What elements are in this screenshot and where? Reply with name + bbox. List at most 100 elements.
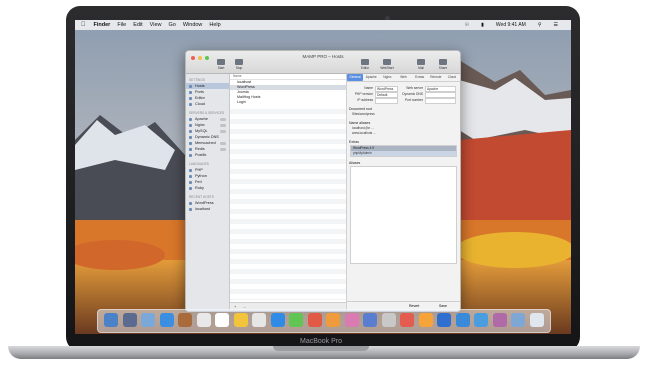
dns-icon xyxy=(189,135,192,139)
alias-radio-2[interactable]: www.localhost ... xyxy=(352,131,460,136)
mysql-toggle[interactable] xyxy=(220,129,226,133)
clock[interactable]: Wed 9:41 AM xyxy=(496,20,526,30)
tab-extras[interactable]: Extras xyxy=(412,74,428,81)
dock-app-icon[interactable] xyxy=(418,313,433,327)
tab-web[interactable]: Web xyxy=(395,74,411,81)
menu-item-help[interactable]: Help xyxy=(209,20,220,30)
sidebar-item-postfix[interactable]: Postfix xyxy=(186,152,229,158)
cloud-icon xyxy=(189,102,192,106)
tab-nginx[interactable]: Nginx xyxy=(379,74,395,81)
toolbar-share-button[interactable]: Share xyxy=(434,59,452,71)
menu-item-go[interactable]: Go xyxy=(169,20,176,30)
tab-cloud[interactable]: Cloud xyxy=(444,74,460,81)
field-label: IP address xyxy=(357,98,373,102)
dock-app-icon[interactable] xyxy=(252,313,266,327)
tab-remote[interactable]: Remote xyxy=(428,74,444,81)
empty-rows xyxy=(230,104,346,300)
dock-app-icon[interactable] xyxy=(492,313,507,327)
toolbar-start-button[interactable]: Start xyxy=(212,59,230,71)
sidebar-item-label: Python xyxy=(195,174,207,178)
detail-tabs: General Apache Nginx Web Extras Remote C… xyxy=(347,74,460,82)
dock-app-icon[interactable] xyxy=(437,313,451,327)
sidebar-section-header: LANGUAGES xyxy=(189,162,209,166)
battery-icon[interactable]: ▮ xyxy=(481,20,484,30)
sidebar-item-recent-localhost[interactable]: localhost xyxy=(186,206,229,212)
dock-app-icon[interactable] xyxy=(381,313,396,327)
tab-apache[interactable]: Apache xyxy=(363,74,379,81)
notification-center-icon[interactable]: ☰ xyxy=(554,20,558,30)
menu-bar:  Finder File Edit View Go Window Help ☉… xyxy=(75,20,571,30)
dock-app-icon[interactable] xyxy=(511,313,525,327)
toolbar-editor-label: Editor xyxy=(360,66,370,70)
dock-app-icon[interactable] xyxy=(326,313,340,327)
dock-app-icon[interactable] xyxy=(215,313,229,327)
app-window: MAMP PRO – Hosts Start Stop Editor WebSt… xyxy=(185,50,461,312)
sidebar-item-label: WordPress xyxy=(195,201,214,205)
python-icon xyxy=(189,174,192,178)
dock-app-icon[interactable] xyxy=(289,313,303,327)
aliases-table xyxy=(350,166,457,264)
dock-app-icon[interactable] xyxy=(159,313,174,327)
toolbar-mail-button[interactable]: Mail xyxy=(412,59,430,71)
dock-app-icon[interactable] xyxy=(474,313,488,327)
sidebar-item-ruby[interactable]: Ruby xyxy=(186,185,229,191)
sidebar-item-label: Memcached xyxy=(195,141,216,145)
dock-app-icon[interactable] xyxy=(196,313,211,327)
model-label: MacBook Pro xyxy=(299,338,343,345)
ip-address-field[interactable] xyxy=(375,98,398,104)
dock-app-icon[interactable] xyxy=(363,313,377,327)
perl-icon xyxy=(189,180,192,184)
dock-app-icon[interactable] xyxy=(233,313,248,327)
doc-root-label: Document root xyxy=(349,107,372,111)
dock-app-icon[interactable] xyxy=(529,313,544,327)
sidebar-item-label: Perl xyxy=(195,180,202,184)
dock-app-icon[interactable] xyxy=(307,313,322,327)
apache-toggle[interactable] xyxy=(220,117,226,121)
toolbar-share-label: Share xyxy=(438,66,448,70)
wifi-icon[interactable]: ☉ xyxy=(465,20,469,30)
dock-app-icon[interactable] xyxy=(104,313,118,327)
dock-app-icon[interactable] xyxy=(400,313,414,327)
dock-app-icon[interactable] xyxy=(122,313,137,327)
toolbar-mail-label: Mail xyxy=(418,66,424,70)
sidebar-section-header: SERVERS & SERVICES xyxy=(189,111,225,115)
start-icon xyxy=(217,59,225,65)
redis-toggle[interactable] xyxy=(220,147,226,151)
sidebar-item-label: Hosts xyxy=(195,84,205,88)
toolbar-stop-button[interactable]: Stop xyxy=(230,59,248,71)
menu-item-file[interactable]: File xyxy=(117,20,126,30)
sidebar-item-cloud[interactable]: Cloud xyxy=(186,101,229,107)
search-icon[interactable]: ⚲ xyxy=(538,20,542,30)
toolbar-webstart-button[interactable]: WebStart xyxy=(378,59,396,71)
dock-app-icon[interactable] xyxy=(141,313,155,327)
menu-item-edit[interactable]: Edit xyxy=(133,20,142,30)
field-row: IP address Port number xyxy=(347,97,460,104)
tab-general[interactable]: General xyxy=(347,74,364,81)
menu-item-window[interactable]: Window xyxy=(183,20,203,30)
dock-app-icon[interactable] xyxy=(178,313,192,327)
sidebar-section-header: RECENT HOSTS xyxy=(189,195,214,199)
dock-app-icon[interactable] xyxy=(344,313,359,327)
sidebar-section-header: SETTINGS xyxy=(189,78,205,82)
aliases-section-label: Name aliases xyxy=(349,121,371,125)
screen:  Finder File Edit View Go Window Help ☉… xyxy=(75,20,571,334)
extras-row[interactable]: phpMyAdmin xyxy=(351,151,456,156)
apple-menu-icon[interactable]:  xyxy=(81,20,86,30)
host-detail: General Apache Nginx Web Extras Remote C… xyxy=(347,74,460,311)
title-bar: MAMP PRO – Hosts Start Stop Editor WebSt… xyxy=(186,51,460,74)
dock-app-icon[interactable] xyxy=(455,313,470,327)
toolbar-stop-label: Stop xyxy=(235,66,243,70)
port-number-field[interactable] xyxy=(425,98,456,104)
share-icon xyxy=(439,59,447,65)
menu-item-finder[interactable]: Finder xyxy=(94,20,111,30)
memcached-toggle[interactable] xyxy=(220,141,226,145)
toolbar-editor-button[interactable]: Editor xyxy=(356,59,374,71)
apache-icon xyxy=(189,117,192,121)
ruby-icon xyxy=(189,186,192,190)
ports-icon xyxy=(189,90,192,94)
menu-item-view[interactable]: View xyxy=(150,20,162,30)
doc-root-path[interactable]: Sites/wordpress xyxy=(352,112,460,117)
dock-app-icon[interactable] xyxy=(270,313,285,327)
php-icon xyxy=(189,168,192,172)
nginx-toggle[interactable] xyxy=(220,123,226,127)
